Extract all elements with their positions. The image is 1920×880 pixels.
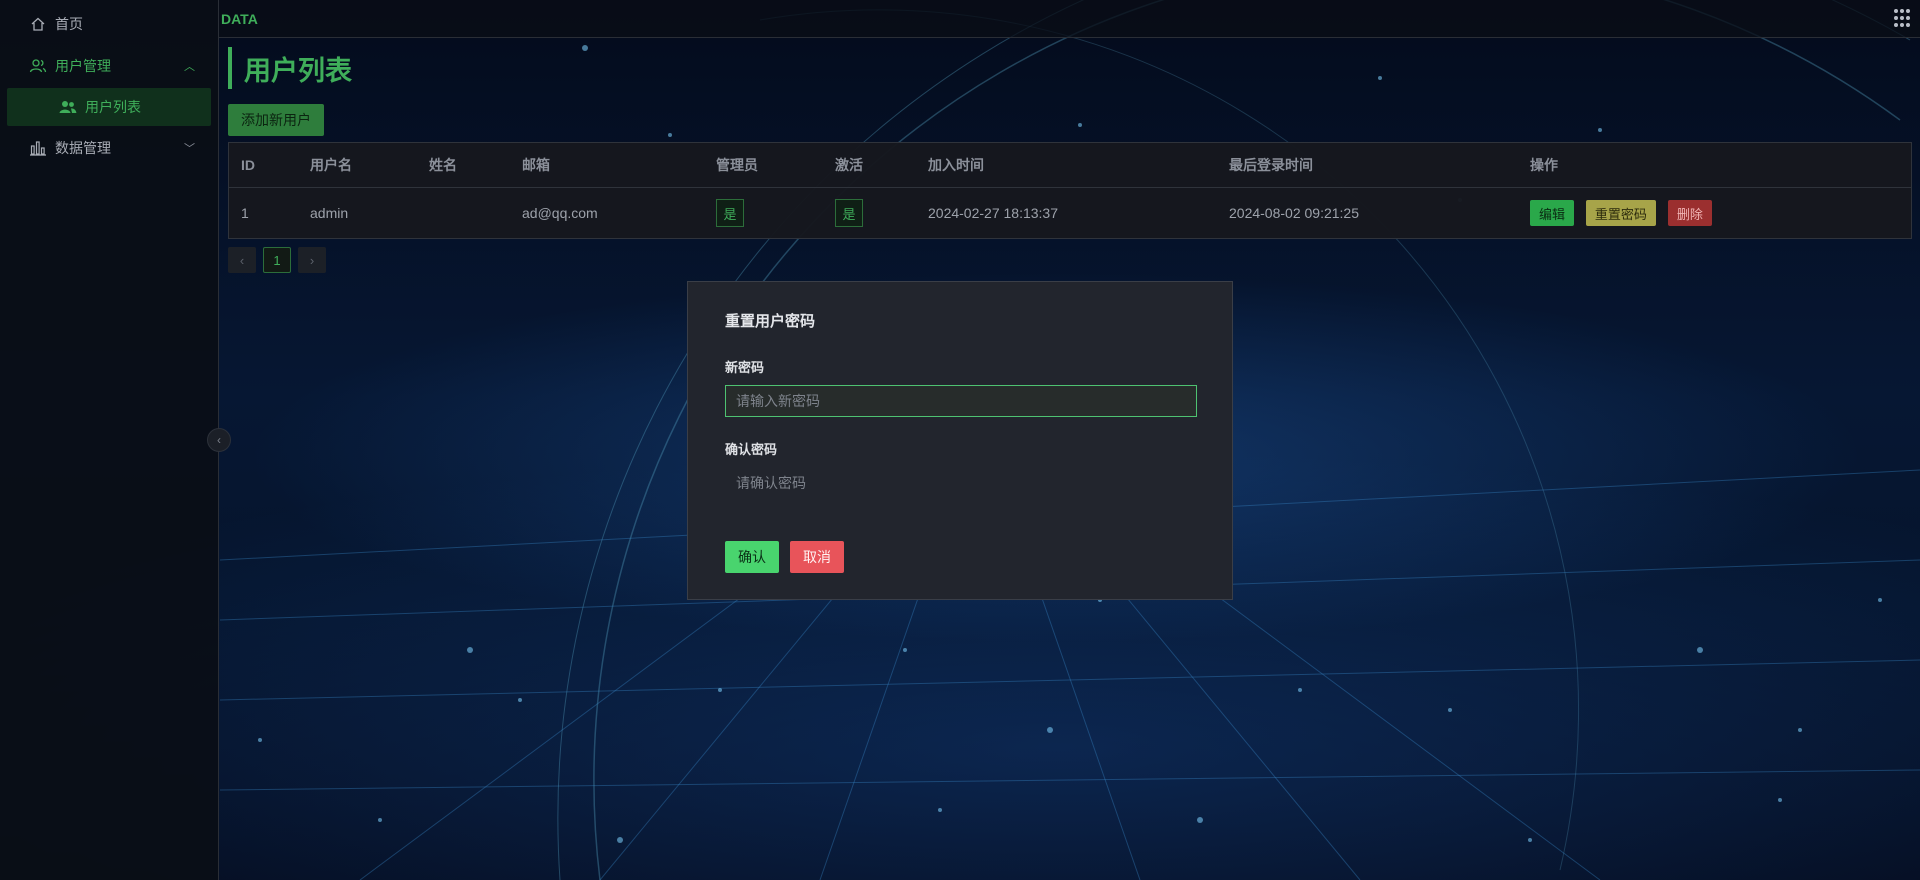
confirm-password-field[interactable] xyxy=(725,467,1197,499)
sidebar-item-user-management[interactable]: 用户管理 ︿ xyxy=(7,46,211,86)
cell-joined: 2024-02-27 18:13:37 xyxy=(928,205,1058,221)
page-number-button[interactable]: 1 xyxy=(263,247,291,273)
home-icon xyxy=(29,15,47,33)
sidebar-item-data-management[interactable]: 数据管理 ﹀ xyxy=(7,128,211,168)
sidebar-item-label: 数据管理 xyxy=(55,140,111,156)
apps-grid-icon[interactable] xyxy=(1894,8,1914,29)
chevron-up-icon: ︿ xyxy=(184,61,195,73)
sidebar-item-home[interactable]: 首页 xyxy=(7,4,211,44)
sidebar: 首页 用户管理 ︿ 用户列表 数据管理 ﹀ xyxy=(0,0,219,880)
collapse-sidebar-button[interactable]: ‹ xyxy=(207,428,231,452)
add-user-button[interactable]: 添加新用户 xyxy=(228,104,324,136)
delete-button[interactable]: 删除 xyxy=(1667,200,1712,226)
cell-actions: 编辑 重置密码 删除 xyxy=(1518,200,1891,226)
dialog-actions: 确认 取消 xyxy=(725,541,844,573)
cell-active: 是 xyxy=(823,199,916,227)
admin-status-badge: 是 xyxy=(716,199,744,227)
user-table: ID 用户名 姓名 邮箱 管理员 激活 加入时间 最后登录时间 操作 1 adm… xyxy=(228,142,1912,239)
column-header-actions: 操作 xyxy=(1530,157,1558,173)
cell-last-login: 2024-08-02 09:21:25 xyxy=(1229,205,1359,221)
page-title: 用户列表 xyxy=(228,47,1910,89)
cancel-button[interactable]: 取消 xyxy=(790,541,844,573)
brand-logo: DATA xyxy=(221,10,258,27)
reset-password-button[interactable]: 重置密码 xyxy=(1585,200,1656,226)
confirm-password-label: 确认密码 xyxy=(725,442,778,457)
main-content: 用户列表 添加新用户 ID 用户名 姓名 邮箱 管理员 激活 加入时间 最后登录… xyxy=(228,37,1912,273)
cell-admin: 是 xyxy=(704,199,823,227)
bar-chart-icon xyxy=(29,139,47,157)
next-page-button[interactable]: › xyxy=(298,247,326,273)
column-header-admin: 管理员 xyxy=(716,157,758,173)
column-header-joined: 加入时间 xyxy=(928,157,984,173)
table-header-row: ID 用户名 姓名 邮箱 管理员 激活 加入时间 最后登录时间 操作 xyxy=(229,143,1911,188)
cell-id: 1 xyxy=(241,205,249,221)
sidebar-item-label: 用户管理 xyxy=(55,58,111,74)
column-header-email: 邮箱 xyxy=(522,157,550,173)
column-header-id: ID xyxy=(241,157,255,173)
column-header-last-login: 最后登录时间 xyxy=(1229,157,1313,173)
dialog-title: 重置用户密码 xyxy=(725,313,816,330)
top-bar: DATA xyxy=(219,0,1920,38)
column-header-name: 姓名 xyxy=(429,157,457,173)
edit-button[interactable]: 编辑 xyxy=(1530,200,1575,226)
pagination: ‹ 1 › xyxy=(228,247,1910,273)
column-header-active: 激活 xyxy=(835,157,863,173)
users-icon xyxy=(59,98,77,116)
confirm-button[interactable]: 确认 xyxy=(725,541,779,573)
cell-username: admin xyxy=(310,205,349,221)
new-password-field[interactable] xyxy=(725,385,1197,417)
reset-password-dialog: 重置用户密码 新密码 确认密码 确认 取消 xyxy=(687,281,1233,600)
sidebar-item-user-list[interactable]: 用户列表 xyxy=(7,88,211,126)
sidebar-item-label: 用户列表 xyxy=(85,99,141,115)
cell-email: ad@qq.com xyxy=(522,205,598,221)
table-row: 1 admin ad@qq.com 是 是 2024-02-27 18:13:3… xyxy=(229,188,1911,238)
chevron-left-icon: ‹ xyxy=(217,433,221,447)
prev-page-button[interactable]: ‹ xyxy=(228,247,256,273)
user-group-icon xyxy=(29,57,47,75)
chevron-down-icon: ﹀ xyxy=(184,143,195,155)
sidebar-item-label: 首页 xyxy=(55,16,83,32)
new-password-label: 新密码 xyxy=(725,360,765,375)
active-status-badge: 是 xyxy=(835,199,863,227)
column-header-username: 用户名 xyxy=(310,157,352,173)
